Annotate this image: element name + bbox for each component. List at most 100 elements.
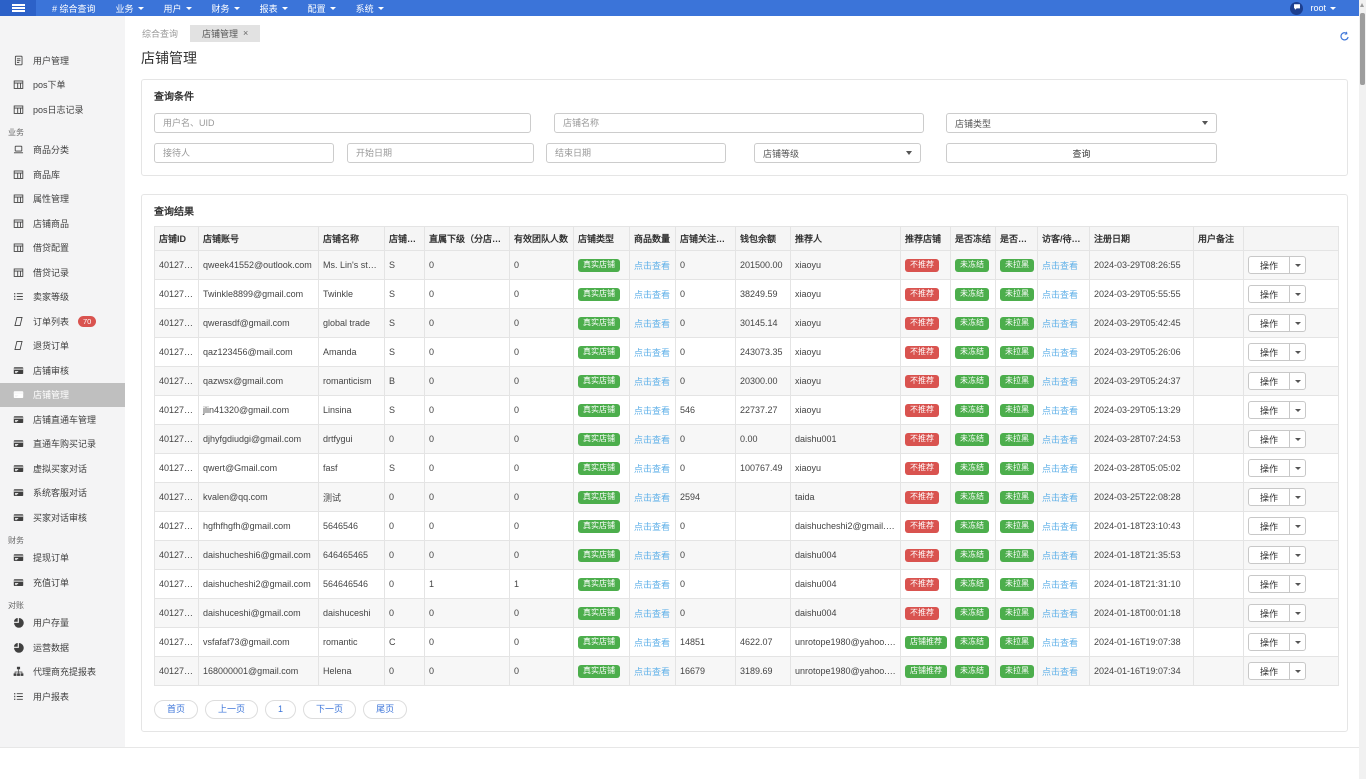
goods-view-link[interactable]: 点击查看 [634, 609, 670, 619]
sidebar-item[interactable]: 店铺直通车管理 [0, 407, 125, 432]
sidebar-item[interactable]: pos下单 [0, 73, 125, 98]
sidebar-item[interactable]: 卖家等级 [0, 285, 125, 310]
visitor-view-link[interactable]: 点击查看 [1042, 261, 1078, 271]
vertical-scrollbar[interactable] [1359, 0, 1366, 779]
action-dropdown-toggle[interactable] [1289, 315, 1305, 331]
action-dropdown-toggle[interactable] [1289, 431, 1305, 447]
nav-item-5[interactable]: 配置 [298, 0, 346, 16]
action-dropdown-toggle[interactable] [1289, 402, 1305, 418]
goods-view-link[interactable]: 点击查看 [634, 493, 670, 503]
pagination-button[interactable]: 首页 [154, 700, 198, 719]
sidebar-item[interactable]: 代理商充提报表 [0, 660, 125, 685]
chat-button[interactable] [1290, 2, 1303, 15]
goods-view-link[interactable]: 点击查看 [634, 551, 670, 561]
action-button[interactable]: 操作 [1248, 517, 1306, 535]
store-level-select[interactable]: 店铺等级 [754, 143, 921, 163]
visitor-view-link[interactable]: 点击查看 [1042, 464, 1078, 474]
action-dropdown-toggle[interactable] [1289, 518, 1305, 534]
sidebar-item[interactable]: 退货订单 [0, 334, 125, 359]
sidebar-item[interactable]: 用户管理 [0, 48, 125, 73]
goods-view-link[interactable]: 点击查看 [634, 667, 670, 677]
sidebar-item[interactable]: 订单列表70 [0, 309, 125, 334]
goods-view-link[interactable]: 点击查看 [634, 319, 670, 329]
goods-view-link[interactable]: 点击查看 [634, 435, 670, 445]
goods-view-link[interactable]: 点击查看 [634, 638, 670, 648]
nav-item-1[interactable]: 业务 [106, 0, 154, 16]
pagination-button[interactable]: 下一页 [303, 700, 356, 719]
visitor-view-link[interactable]: 点击查看 [1042, 290, 1078, 300]
visitor-view-link[interactable]: 点击查看 [1042, 406, 1078, 416]
action-dropdown-toggle[interactable] [1289, 257, 1305, 273]
visitor-view-link[interactable]: 点击查看 [1042, 319, 1078, 329]
goods-view-link[interactable]: 点击查看 [634, 522, 670, 532]
action-button[interactable]: 操作 [1248, 459, 1306, 477]
sidebar-item[interactable]: 借贷配置 [0, 236, 125, 261]
goods-view-link[interactable]: 点击查看 [634, 406, 670, 416]
action-dropdown-toggle[interactable] [1289, 460, 1305, 476]
start-date-input[interactable] [347, 143, 534, 163]
action-dropdown-toggle[interactable] [1289, 286, 1305, 302]
close-icon[interactable]: × [243, 29, 248, 38]
sidebar-item[interactable]: 借贷记录 [0, 260, 125, 285]
nav-item-0[interactable]: # 综合查询 [42, 0, 106, 16]
action-button[interactable]: 操作 [1248, 633, 1306, 651]
pagination-button[interactable]: 尾页 [363, 700, 407, 719]
goods-view-link[interactable]: 点击查看 [634, 261, 670, 271]
visitor-view-link[interactable]: 点击查看 [1042, 580, 1078, 590]
sidebar-item[interactable]: 店铺审核 [0, 358, 125, 383]
action-button[interactable]: 操作 [1248, 256, 1306, 274]
sidebar-item[interactable]: 运营数据 [0, 635, 125, 660]
hamburger-menu-icon[interactable] [0, 0, 36, 16]
action-button[interactable]: 操作 [1248, 372, 1306, 390]
action-dropdown-toggle[interactable] [1289, 605, 1305, 621]
sidebar-item[interactable]: 用户报表 [0, 684, 125, 709]
visitor-view-link[interactable]: 点击查看 [1042, 551, 1078, 561]
store-type-select[interactable]: 店铺类型 [946, 113, 1217, 133]
action-button[interactable]: 操作 [1248, 401, 1306, 419]
end-date-input[interactable] [546, 143, 726, 163]
sidebar-item[interactable]: 充值订单 [0, 570, 125, 595]
action-dropdown-toggle[interactable] [1289, 576, 1305, 592]
visitor-view-link[interactable]: 点击查看 [1042, 348, 1078, 358]
pagination-button[interactable]: 1 [265, 700, 296, 719]
visitor-view-link[interactable]: 点击查看 [1042, 638, 1078, 648]
pagination-button[interactable]: 上一页 [205, 700, 258, 719]
nav-item-3[interactable]: 财务 [202, 0, 250, 16]
goods-view-link[interactable]: 点击查看 [634, 290, 670, 300]
action-dropdown-toggle[interactable] [1289, 663, 1305, 679]
username-uid-input[interactable] [154, 113, 531, 133]
action-dropdown-toggle[interactable] [1289, 634, 1305, 650]
visitor-view-link[interactable]: 点击查看 [1042, 667, 1078, 677]
visitor-view-link[interactable]: 点击查看 [1042, 609, 1078, 619]
nav-item-2[interactable]: 用户 [154, 0, 202, 16]
action-dropdown-toggle[interactable] [1289, 344, 1305, 360]
tab-1[interactable]: 店铺管理× [190, 25, 260, 42]
sidebar-item[interactable]: 虚拟买家对话 [0, 456, 125, 481]
visitor-view-link[interactable]: 点击查看 [1042, 522, 1078, 532]
sidebar-item[interactable]: 店铺商品 [0, 211, 125, 236]
action-button[interactable]: 操作 [1248, 314, 1306, 332]
sidebar-item[interactable]: 系统客服对话 [0, 481, 125, 506]
sidebar-item[interactable]: pos日志记录 [0, 97, 125, 122]
nav-item-6[interactable]: 系统 [346, 0, 394, 16]
action-dropdown-toggle[interactable] [1289, 547, 1305, 563]
sidebar-item[interactable]: 店铺管理 [0, 383, 125, 408]
goods-view-link[interactable]: 点击查看 [634, 348, 670, 358]
receiver-input[interactable] [154, 143, 334, 163]
visitor-view-link[interactable]: 点击查看 [1042, 493, 1078, 503]
sidebar-item[interactable]: 商品分类 [0, 138, 125, 163]
sidebar-item[interactable]: 买家对话审核 [0, 505, 125, 530]
action-dropdown-toggle[interactable] [1289, 373, 1305, 389]
refresh-icon[interactable] [1339, 29, 1350, 40]
action-button[interactable]: 操作 [1248, 430, 1306, 448]
action-button[interactable]: 操作 [1248, 575, 1306, 593]
goods-view-link[interactable]: 点击查看 [634, 464, 670, 474]
store-name-input[interactable] [554, 113, 924, 133]
visitor-view-link[interactable]: 点击查看 [1042, 377, 1078, 387]
scrollbar-thumb[interactable] [1360, 13, 1365, 85]
nav-item-4[interactable]: 报表 [250, 0, 298, 16]
action-button[interactable]: 操作 [1248, 546, 1306, 564]
goods-view-link[interactable]: 点击查看 [634, 580, 670, 590]
visitor-view-link[interactable]: 点击查看 [1042, 435, 1078, 445]
sidebar-item[interactable]: 商品库 [0, 162, 125, 187]
